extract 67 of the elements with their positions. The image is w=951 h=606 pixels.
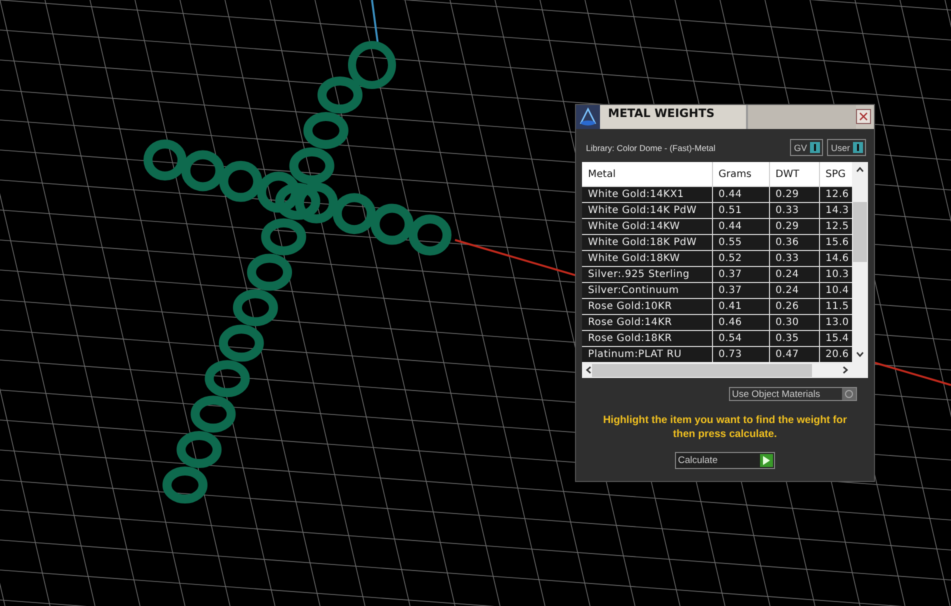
table-cell: 0.44 (712, 186, 769, 202)
table-cell: 15.6 (819, 234, 852, 250)
table-cell: 15.4 (819, 330, 852, 346)
calculate-button[interactable]: Calculate (675, 452, 775, 469)
table-cell: Platinum:PLAT RU (582, 346, 712, 362)
table-cell: 0.24 (769, 282, 819, 298)
column-header[interactable]: SPG (819, 162, 852, 186)
play-icon (760, 454, 773, 467)
toggle-switch[interactable]: User (826, 139, 866, 156)
table-cell: Silver:Continuum (582, 282, 712, 298)
table-cell: 0.29 (769, 218, 819, 234)
library-label: Library: Color Dome - (Fast)-Metal (586, 142, 716, 152)
table-cell: 0.55 (712, 234, 769, 250)
table-cell: 0.54 (712, 330, 769, 346)
window-title: METAL WEIGHTS (600, 105, 748, 129)
table-cell: 20.6 (819, 346, 852, 362)
column-header[interactable]: Grams (712, 162, 769, 186)
table-cell: Rose Gold:18KR (582, 330, 712, 346)
table-cell: 0.41 (712, 298, 769, 314)
table-cell: 14.3 (819, 202, 852, 218)
table-cell: 12.5 (819, 218, 852, 234)
use-object-materials-toggle[interactable]: Use Object Materials (729, 387, 857, 401)
table-cell: 12.6 (819, 186, 852, 202)
table-cell: 0.51 (712, 202, 769, 218)
scroll-thumb[interactable] (853, 202, 867, 262)
table-cell: White Gold:14KW (582, 218, 712, 234)
table-cell: 14.6 (819, 250, 852, 266)
column-header[interactable]: DWT (769, 162, 819, 186)
scroll-right-icon[interactable] (843, 366, 848, 374)
table-cell: 0.47 (769, 346, 819, 362)
table-cell: 10.4 (819, 282, 852, 298)
scroll-left-icon[interactable] (586, 366, 591, 374)
table-cell: 0.73 (712, 346, 769, 362)
table-cell: 0.35 (769, 330, 819, 346)
table-cell: 0.37 (712, 266, 769, 282)
table-cell: White Gold:18K PdW (582, 234, 712, 250)
close-button[interactable] (856, 109, 871, 124)
logo-icon (576, 105, 600, 129)
table-cell: 13.0 (819, 314, 852, 330)
table-cell: White Gold:14K PdW (582, 202, 712, 218)
table-cell: White Gold:14KX1 (582, 186, 712, 202)
toggle-switch[interactable]: GV (790, 139, 823, 156)
table-cell: 0.29 (769, 186, 819, 202)
vertical-scrollbar[interactable] (852, 162, 868, 362)
scroll-thumb[interactable] (592, 364, 812, 376)
instruction-text: Highlight the item you want to find the weight for then press calculate. (602, 413, 848, 441)
close-icon (859, 112, 868, 121)
table-cell: 10.3 (819, 266, 852, 282)
table-cell: 0.37 (712, 282, 769, 298)
table-cell: 0.33 (769, 250, 819, 266)
table-cell: 0.24 (769, 266, 819, 282)
table-cell: 0.44 (712, 218, 769, 234)
table-cell: 0.26 (769, 298, 819, 314)
table-cell: Silver:.925 Sterling (582, 266, 712, 282)
table-cell: 11.5 (819, 298, 852, 314)
table-cell: 0.52 (712, 250, 769, 266)
horizontal-scrollbar[interactable] (582, 362, 852, 378)
column-header[interactable]: Metal (582, 162, 712, 186)
table-cell: 0.46 (712, 314, 769, 330)
table-cell: 0.36 (769, 234, 819, 250)
table-cell: 0.30 (769, 314, 819, 330)
scroll-up-icon[interactable] (856, 167, 864, 172)
table-cell: Rose Gold:14KR (582, 314, 712, 330)
table-cell: Rose Gold:10KR (582, 298, 712, 314)
table-cell: 0.33 (769, 202, 819, 218)
table-cell: White Gold:18KW (582, 250, 712, 266)
scroll-down-icon[interactable] (856, 352, 864, 357)
